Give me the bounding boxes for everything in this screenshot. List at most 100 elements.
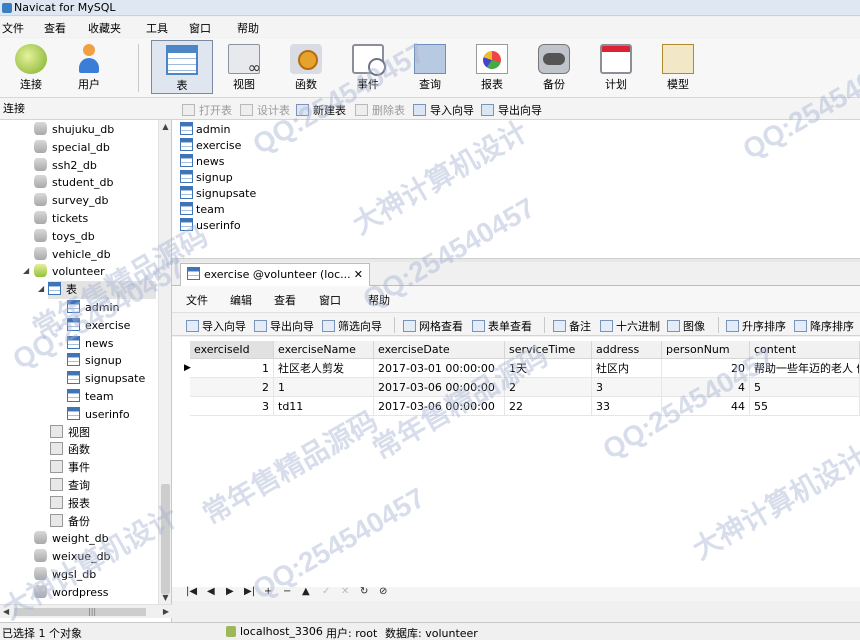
grid-export-wizard-button[interactable]: 导出向导 — [254, 318, 314, 334]
close-tab-icon[interactable]: ✕ — [354, 264, 363, 285]
tree-table-signupsate[interactable]: signupsate — [67, 370, 145, 388]
stop-icon[interactable]: ⊘ — [379, 586, 387, 597]
toolbar-model-button[interactable]: 模型 — [647, 40, 709, 94]
tree-table-team[interactable]: team — [67, 388, 114, 406]
previous-record-icon[interactable]: ◀ — [207, 586, 215, 597]
image-button[interactable]: 图像 — [667, 318, 705, 334]
table-cell[interactable]: 2 — [505, 378, 592, 397]
scroll-up-icon[interactable]: ▲ — [159, 120, 172, 133]
tree-backups[interactable]: 备份 — [50, 513, 90, 531]
table-cell[interactable]: 2017-03-06 00:00:00 — [374, 378, 505, 397]
grid-view-button[interactable]: 网格查看 — [403, 318, 463, 334]
doc-menu-help[interactable]: 帮助 — [368, 292, 390, 308]
sort-ascending-button[interactable]: 升序排序 — [726, 318, 786, 334]
last-record-icon[interactable]: ▶| — [244, 586, 255, 597]
first-record-icon[interactable]: |◀ — [186, 586, 197, 597]
table-cell[interactable]: 1 — [274, 378, 374, 397]
table-cell[interactable]: 2017-03-06 00:00:00 — [374, 397, 505, 416]
tree-functions[interactable]: 函数 — [50, 441, 90, 459]
menu-window[interactable]: 窗口 — [189, 20, 211, 36]
menu-help[interactable]: 帮助 — [237, 20, 259, 36]
scroll-down-icon[interactable]: ▼ — [159, 591, 172, 604]
doc-menu-view[interactable]: 查看 — [274, 292, 296, 308]
sort-descending-button[interactable]: 降序排序 — [794, 318, 854, 334]
object-item-exercise[interactable]: exercise — [180, 138, 241, 154]
table-cell[interactable]: 5 — [750, 378, 860, 397]
table-cell[interactable]: 20 — [662, 359, 750, 378]
new-table-button[interactable]: 新建表 — [296, 102, 346, 118]
tree-table-userinfo[interactable]: userinfo — [67, 406, 130, 424]
column-header-exerciseName[interactable]: exerciseName — [274, 341, 374, 359]
tree-db-volunteer[interactable]: volunteer — [34, 263, 105, 281]
table-cell[interactable]: 2 — [190, 378, 274, 397]
table-cell[interactable]: 2017-03-01 00:00:00 — [374, 359, 505, 378]
table-cell[interactable]: 22 — [505, 397, 592, 416]
doc-menu-edit[interactable]: 编辑 — [230, 292, 252, 308]
column-header-exerciseDate[interactable]: exerciseDate — [374, 341, 505, 359]
add-record-icon[interactable]: + — [264, 586, 272, 597]
toolbar-function-button[interactable]: 函数 — [275, 40, 337, 94]
table-cell[interactable]: 3 — [190, 397, 274, 416]
tree-events[interactable]: 事件 — [50, 459, 90, 477]
menu-file[interactable]: 文件 — [2, 20, 24, 36]
tree-table-admin[interactable]: admin — [67, 299, 119, 317]
menu-view[interactable]: 查看 — [44, 20, 66, 36]
column-header-serviceTime[interactable]: serviceTime — [505, 341, 592, 359]
connection-tree[interactable]: shujuku_db special_db ssh2_db student_db… — [0, 120, 158, 604]
tree-vertical-scrollbar[interactable]: ▲ ▼ — [158, 120, 171, 604]
apply-changes-icon[interactable]: ✓ — [322, 586, 330, 597]
grid-import-wizard-button[interactable]: 导入向导 — [186, 318, 246, 334]
table-cell[interactable]: 社区老人剪发 — [274, 359, 374, 378]
object-item-signup[interactable]: signup — [180, 170, 233, 186]
tree-db-tickets[interactable]: tickets — [34, 210, 88, 228]
tree-db-student_db[interactable]: student_db — [34, 174, 114, 192]
column-header-exerciseId[interactable]: exerciseId — [190, 341, 274, 359]
tab-exercise[interactable]: exercise @volunteer (loc... ✕ — [180, 263, 370, 286]
tree-db-wordpress[interactable]: wordpress — [34, 584, 109, 602]
tree-db-survey_db[interactable]: survey_db — [34, 192, 108, 210]
doc-menu-window[interactable]: 窗口 — [319, 292, 341, 308]
toolbar-schedule-button[interactable]: 计划 — [585, 40, 647, 94]
toolbar-user-button[interactable]: 用户 — [58, 40, 120, 94]
tree-db-weight_db[interactable]: weight_db — [34, 530, 109, 548]
object-item-admin[interactable]: admin — [180, 122, 230, 138]
menu-favorites[interactable]: 收藏夹 — [88, 20, 121, 36]
table-cell[interactable]: td11 — [274, 397, 374, 416]
tree-horizontal-scrollbar[interactable]: ◀ ||| ▶ — [0, 604, 172, 618]
column-header-personNum[interactable]: personNum — [662, 341, 750, 359]
tree-table-news[interactable]: news — [67, 335, 113, 353]
delete-record-icon[interactable]: − — [283, 586, 291, 597]
table-cell[interactable]: 3 — [592, 378, 662, 397]
refresh-icon[interactable]: ↻ — [360, 586, 368, 597]
up-icon[interactable]: ▲ — [302, 586, 310, 597]
scroll-left-icon[interactable]: ◀ — [3, 605, 9, 619]
table-cell[interactable]: 1天 — [505, 359, 592, 378]
tree-db-weixue_db[interactable]: weixue_db — [34, 548, 111, 566]
tree-db-toys_db[interactable]: toys_db — [34, 228, 95, 246]
tree-table-signup[interactable]: signup — [67, 352, 122, 370]
tree-db-shujuku_db[interactable]: shujuku_db — [34, 121, 114, 139]
toolbar-connection-button[interactable]: 连接 — [0, 40, 62, 94]
toolbar-view-button[interactable]: 视图 — [213, 40, 275, 94]
table-cell[interactable]: 4 — [662, 378, 750, 397]
expanded-arrow-icon[interactable]: ◢ — [38, 284, 44, 293]
doc-menu-file[interactable]: 文件 — [186, 292, 208, 308]
open-table-button[interactable]: 打开表 — [182, 102, 232, 118]
table-cell[interactable]: 社区内 — [592, 359, 662, 378]
expanded-arrow-icon[interactable]: ◢ — [23, 266, 29, 275]
table-cell[interactable]: 44 — [662, 397, 750, 416]
toolbar-query-button[interactable]: 查询 — [399, 40, 461, 94]
menu-tools[interactable]: 工具 — [146, 20, 168, 36]
toolbar-backup-button[interactable]: 备份 — [523, 40, 585, 94]
scroll-right-icon[interactable]: ▶ — [163, 605, 169, 619]
tree-queries[interactable]: 查询 — [50, 477, 90, 495]
form-view-button[interactable]: 表单查看 — [472, 318, 532, 334]
filter-wizard-button[interactable]: 筛选向导 — [322, 318, 382, 334]
tree-table-exercise[interactable]: exercise — [67, 317, 130, 335]
toolbar-table-button[interactable]: 表 — [151, 40, 213, 94]
table-cell[interactable]: 55 — [750, 397, 860, 416]
tree-db-vehicle_db[interactable]: vehicle_db — [34, 246, 111, 264]
object-item-signupsate[interactable]: signupsate — [180, 186, 256, 202]
object-item-news[interactable]: news — [180, 154, 224, 170]
design-table-button[interactable]: 设计表 — [240, 102, 290, 118]
